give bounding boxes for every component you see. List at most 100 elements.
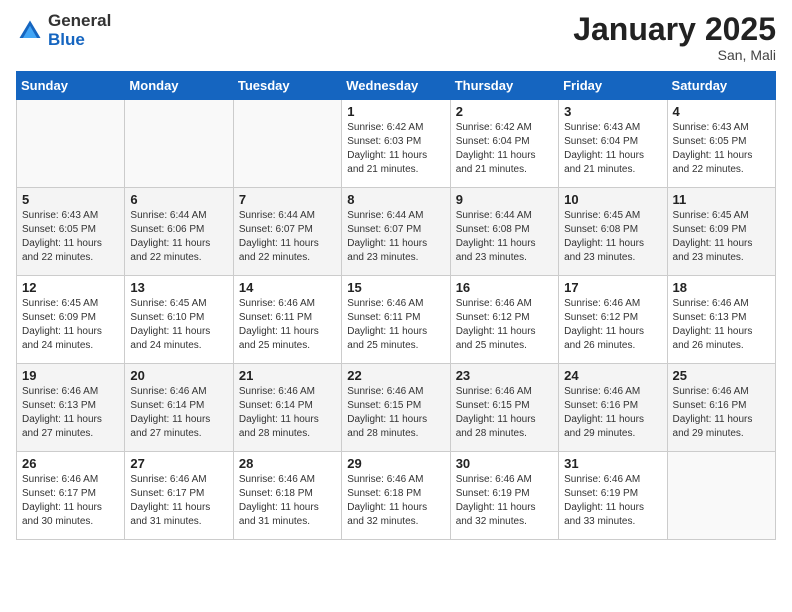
daylight-text: Daylight: 11 hours and 29 minutes. <box>564 414 644 439</box>
sunset-text: Sunset: 6:11 PM <box>239 312 312 323</box>
sunrise-text: Sunrise: 6:46 AM <box>239 298 315 309</box>
daylight-text: Daylight: 11 hours and 28 minutes. <box>239 414 319 439</box>
day-info: Sunrise: 6:44 AM Sunset: 6:08 PM Daylight:… <box>456 209 553 265</box>
title-block: January 2025 San, Mali <box>573 12 776 63</box>
calendar-header-sunday: Sunday <box>17 72 125 100</box>
calendar-day-cell <box>17 100 125 188</box>
calendar-week-row: 19 Sunrise: 6:46 AMSunset: 6:13 PMDayligh… <box>17 364 776 452</box>
sunset-text: Sunset: 6:12 PM <box>456 312 530 323</box>
sunset-text: Sunset: 6:06 PM <box>130 224 204 235</box>
daylight-text: Daylight: 11 hours and 28 minutes. <box>456 414 536 439</box>
daylight-text: Daylight: 11 hours and 25 minutes. <box>456 326 536 351</box>
day-info: Sunrise: 6:43 AMSunset: 6:05 PMDaylight:… <box>673 121 770 177</box>
daylight-text: Daylight: 11 hours and 32 minutes. <box>456 502 536 527</box>
sunrise-text: Sunrise: 6:46 AM <box>130 386 206 397</box>
sunset-text: Sunset: 6:05 PM <box>22 224 96 235</box>
calendar-day-cell: 19 Sunrise: 6:46 AMSunset: 6:13 PMDayligh… <box>17 364 125 452</box>
calendar-day-cell: 27Sunrise: 6:46 AMSunset: 6:17 PMDayligh… <box>125 452 233 540</box>
day-info: Sunrise: 6:46 AMSunset: 6:13 PMDaylight:… <box>22 385 119 441</box>
day-info: Sunrise: 6:46 AM Sunset: 6:11 PM Daylight:… <box>239 297 336 353</box>
sunrise-text: Sunrise: 6:46 AM <box>564 298 640 309</box>
sunrise-text: Sunrise: 6:44 AM <box>130 210 206 221</box>
calendar-day-cell: 24Sunrise: 6:46 AMSunset: 6:16 PMDayligh… <box>559 364 667 452</box>
sunrise-text: Sunrise: 6:46 AM <box>22 474 98 485</box>
day-number: 7 <box>239 192 336 207</box>
day-info: Sunrise: 6:46 AMSunset: 6:12 PMDaylight:… <box>564 297 661 353</box>
calendar-day-cell: 5 Sunrise: 6:43 AM Sunset: 6:05 PM Daylight… <box>17 188 125 276</box>
sunrise-text: Sunrise: 6:44 AM <box>347 210 423 221</box>
daylight-text: Daylight: 11 hours and 30 minutes. <box>22 502 102 527</box>
sunset-text: Sunset: 6:04 PM <box>456 136 530 147</box>
day-info: Sunrise: 6:46 AM Sunset: 6:16 PM Daylight:… <box>564 385 661 441</box>
sunset-text: Sunset: 6:16 PM <box>564 400 638 411</box>
day-number: 20 <box>130 368 227 383</box>
logo-general: General <box>48 11 111 30</box>
sunrise-text: Sunrise: 6:42 AM <box>347 122 423 133</box>
day-number: 21 <box>239 368 336 383</box>
day-number: 26 <box>22 456 119 471</box>
calendar-header-thursday: Thursday <box>450 72 558 100</box>
day-info: Sunrise: 6:46 AMSunset: 6:15 PMDaylight:… <box>347 385 444 441</box>
sunset-text: Sunset: 6:19 PM <box>564 488 638 499</box>
day-info: Sunrise: 6:44 AMSunset: 6:07 PMDaylight:… <box>347 209 444 265</box>
sunrise-text: Sunrise: 6:43 AM <box>564 122 640 133</box>
calendar-day-cell <box>233 100 341 188</box>
day-info: Sunrise: 6:46 AMSunset: 6:12 PMDaylight:… <box>456 297 553 353</box>
daylight-text: Daylight: 11 hours and 23 minutes. <box>456 238 536 263</box>
calendar-day-cell: 29Sunrise: 6:46 AMSunset: 6:18 PMDayligh… <box>342 452 450 540</box>
day-number: 14 <box>239 280 336 295</box>
calendar-week-row: 1Sunrise: 6:42 AMSunset: 6:03 PMDaylight… <box>17 100 776 188</box>
day-number: 22 <box>347 368 444 383</box>
calendar-header-tuesday: Tuesday <box>233 72 341 100</box>
daylight-text: Daylight: 11 hours and 21 minutes. <box>347 150 427 175</box>
sunset-text: Sunset: 6:17 PM <box>22 488 96 499</box>
header: General Blue January 2025 San, Mali <box>16 12 776 63</box>
sunset-text: Sunset: 6:14 PM <box>130 400 204 411</box>
day-number: 13 <box>130 280 227 295</box>
calendar-day-cell: 11Sunrise: 6:45 AMSunset: 6:09 PMDayligh… <box>667 188 775 276</box>
daylight-text: Daylight: 11 hours and 23 minutes. <box>347 238 427 263</box>
daylight-text: Daylight: 11 hours and 22 minutes. <box>22 238 102 263</box>
sunrise-text: Sunrise: 6:46 AM <box>22 386 98 397</box>
day-number: 3 <box>564 104 661 119</box>
day-info: Sunrise: 6:45 AMSunset: 6:08 PMDaylight:… <box>564 209 661 265</box>
day-info: Sunrise: 6:46 AMSunset: 6:17 PMDaylight:… <box>130 473 227 529</box>
sunrise-text: Sunrise: 6:44 AM <box>456 210 532 221</box>
calendar-day-cell: 7Sunrise: 6:44 AMSunset: 6:07 PMDaylight… <box>233 188 341 276</box>
daylight-text: Daylight: 11 hours and 27 minutes. <box>130 414 210 439</box>
day-number: 5 <box>22 192 119 207</box>
sunset-text: Sunset: 6:08 PM <box>456 224 530 235</box>
daylight-text: Daylight: 11 hours and 24 minutes. <box>22 326 102 351</box>
sunrise-text: Sunrise: 6:46 AM <box>130 474 206 485</box>
sunrise-text: Sunrise: 6:43 AM <box>22 210 98 221</box>
daylight-text: Daylight: 11 hours and 25 minutes. <box>347 326 427 351</box>
daylight-text: Daylight: 11 hours and 24 minutes. <box>130 326 210 351</box>
daylight-text: Daylight: 11 hours and 32 minutes. <box>347 502 427 527</box>
day-number: 19 <box>22 368 119 383</box>
calendar-week-row: 12Sunrise: 6:45 AMSunset: 6:09 PMDayligh… <box>17 276 776 364</box>
day-info: Sunrise: 6:45 AMSunset: 6:10 PMDaylight:… <box>130 297 227 353</box>
sunset-text: Sunset: 6:15 PM <box>456 400 530 411</box>
sunset-text: Sunset: 6:16 PM <box>673 400 747 411</box>
day-number: 23 <box>456 368 553 383</box>
sunset-text: Sunset: 6:13 PM <box>673 312 747 323</box>
sunrise-text: Sunrise: 6:46 AM <box>673 298 749 309</box>
daylight-text: Daylight: 11 hours and 25 minutes. <box>239 326 319 351</box>
sunset-text: Sunset: 6:11 PM <box>347 312 420 323</box>
calendar-day-cell: 1Sunrise: 6:42 AMSunset: 6:03 PMDaylight… <box>342 100 450 188</box>
day-info: Sunrise: 6:46 AM Sunset: 6:14 PM Daylight:… <box>130 385 227 441</box>
day-info: Sunrise: 6:46 AMSunset: 6:15 PMDaylight:… <box>456 385 553 441</box>
sunrise-text: Sunrise: 6:46 AM <box>239 474 315 485</box>
day-number: 16 <box>456 280 553 295</box>
logo: General Blue <box>16 12 111 49</box>
day-info: Sunrise: 6:46 AMSunset: 6:19 PMDaylight:… <box>564 473 661 529</box>
sunrise-text: Sunrise: 6:46 AM <box>564 386 640 397</box>
day-info: Sunrise: 6:46 AMSunset: 6:18 PMDaylight:… <box>239 473 336 529</box>
day-number: 12 <box>22 280 119 295</box>
day-number: 28 <box>239 456 336 471</box>
sunset-text: Sunset: 6:08 PM <box>564 224 638 235</box>
day-number: 15 <box>347 280 444 295</box>
calendar-day-cell: 26 Sunrise: 6:46 AM Sunset: 6:17 PM Dayligh… <box>17 452 125 540</box>
day-info: Sunrise: 6:46 AMSunset: 6:13 PMDaylight:… <box>673 297 770 353</box>
daylight-text: Daylight: 11 hours and 31 minutes. <box>130 502 210 527</box>
